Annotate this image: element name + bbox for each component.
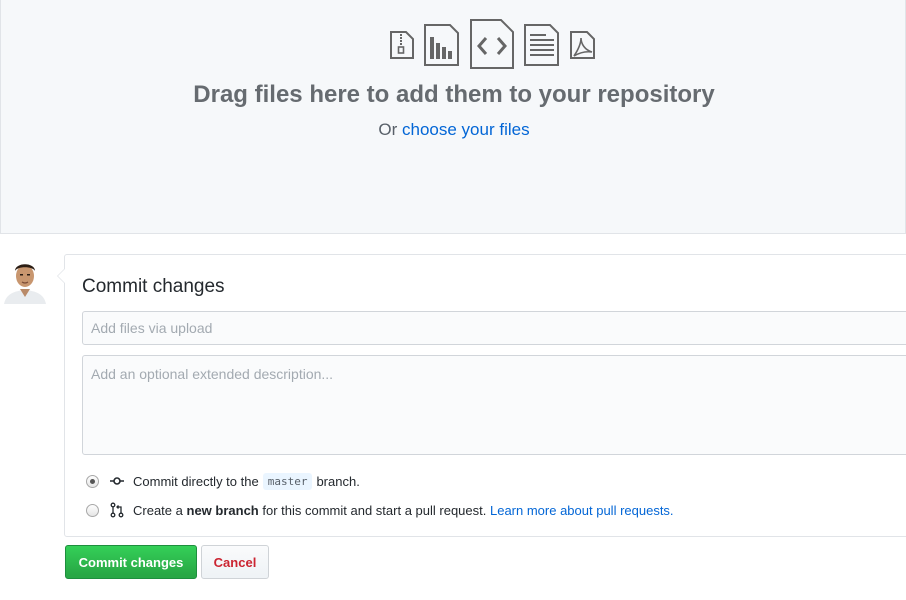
git-pull-request-icon <box>109 502 125 518</box>
file-type-icons <box>389 18 609 70</box>
file-zip-icon <box>389 30 415 60</box>
cancel-button[interactable]: Cancel <box>201 545 269 579</box>
file-drop-zone[interactable]: Drag files here to add them to your repo… <box>0 0 906 234</box>
option-direct-suffix: branch. <box>316 473 360 489</box>
file-chart-icon <box>423 23 461 67</box>
option-commit-direct[interactable]: Commit directly to the master branch. <box>86 471 360 491</box>
speech-arrow-inner <box>58 269 65 283</box>
commit-summary-input[interactable] <box>82 311 906 345</box>
drop-title: Drag files here to add them to your repo… <box>193 81 715 108</box>
git-commit-icon <box>109 473 125 489</box>
file-pdf-icon <box>569 30 597 60</box>
drop-subtitle: Or choose your files <box>1 120 906 140</box>
radio-commit-direct[interactable] <box>86 474 99 488</box>
option-new-branch[interactable]: Create a new branch for this commit and … <box>86 500 674 520</box>
file-text-icon <box>523 23 561 67</box>
option-new-prefix: Create a <box>133 502 183 518</box>
option-direct-prefix: Commit directly to the <box>133 473 259 489</box>
file-code-icon <box>469 18 515 70</box>
learn-more-pull-requests-link[interactable]: Learn more about pull requests. <box>490 503 674 518</box>
option-new-middle: for this commit and start a pull request… <box>262 502 487 518</box>
radio-new-branch[interactable] <box>86 503 99 517</box>
avatar[interactable] <box>0 254 50 304</box>
commit-description-input[interactable] <box>82 355 906 455</box>
option-new-bold: new branch <box>186 502 259 518</box>
commit-title: Commit changes <box>82 276 225 297</box>
choose-files-link[interactable]: choose your files <box>402 120 530 139</box>
branch-name: master <box>262 472 313 490</box>
drop-subtitle-prefix: Or <box>378 120 403 139</box>
commit-changes-button[interactable]: Commit changes <box>65 545 197 579</box>
